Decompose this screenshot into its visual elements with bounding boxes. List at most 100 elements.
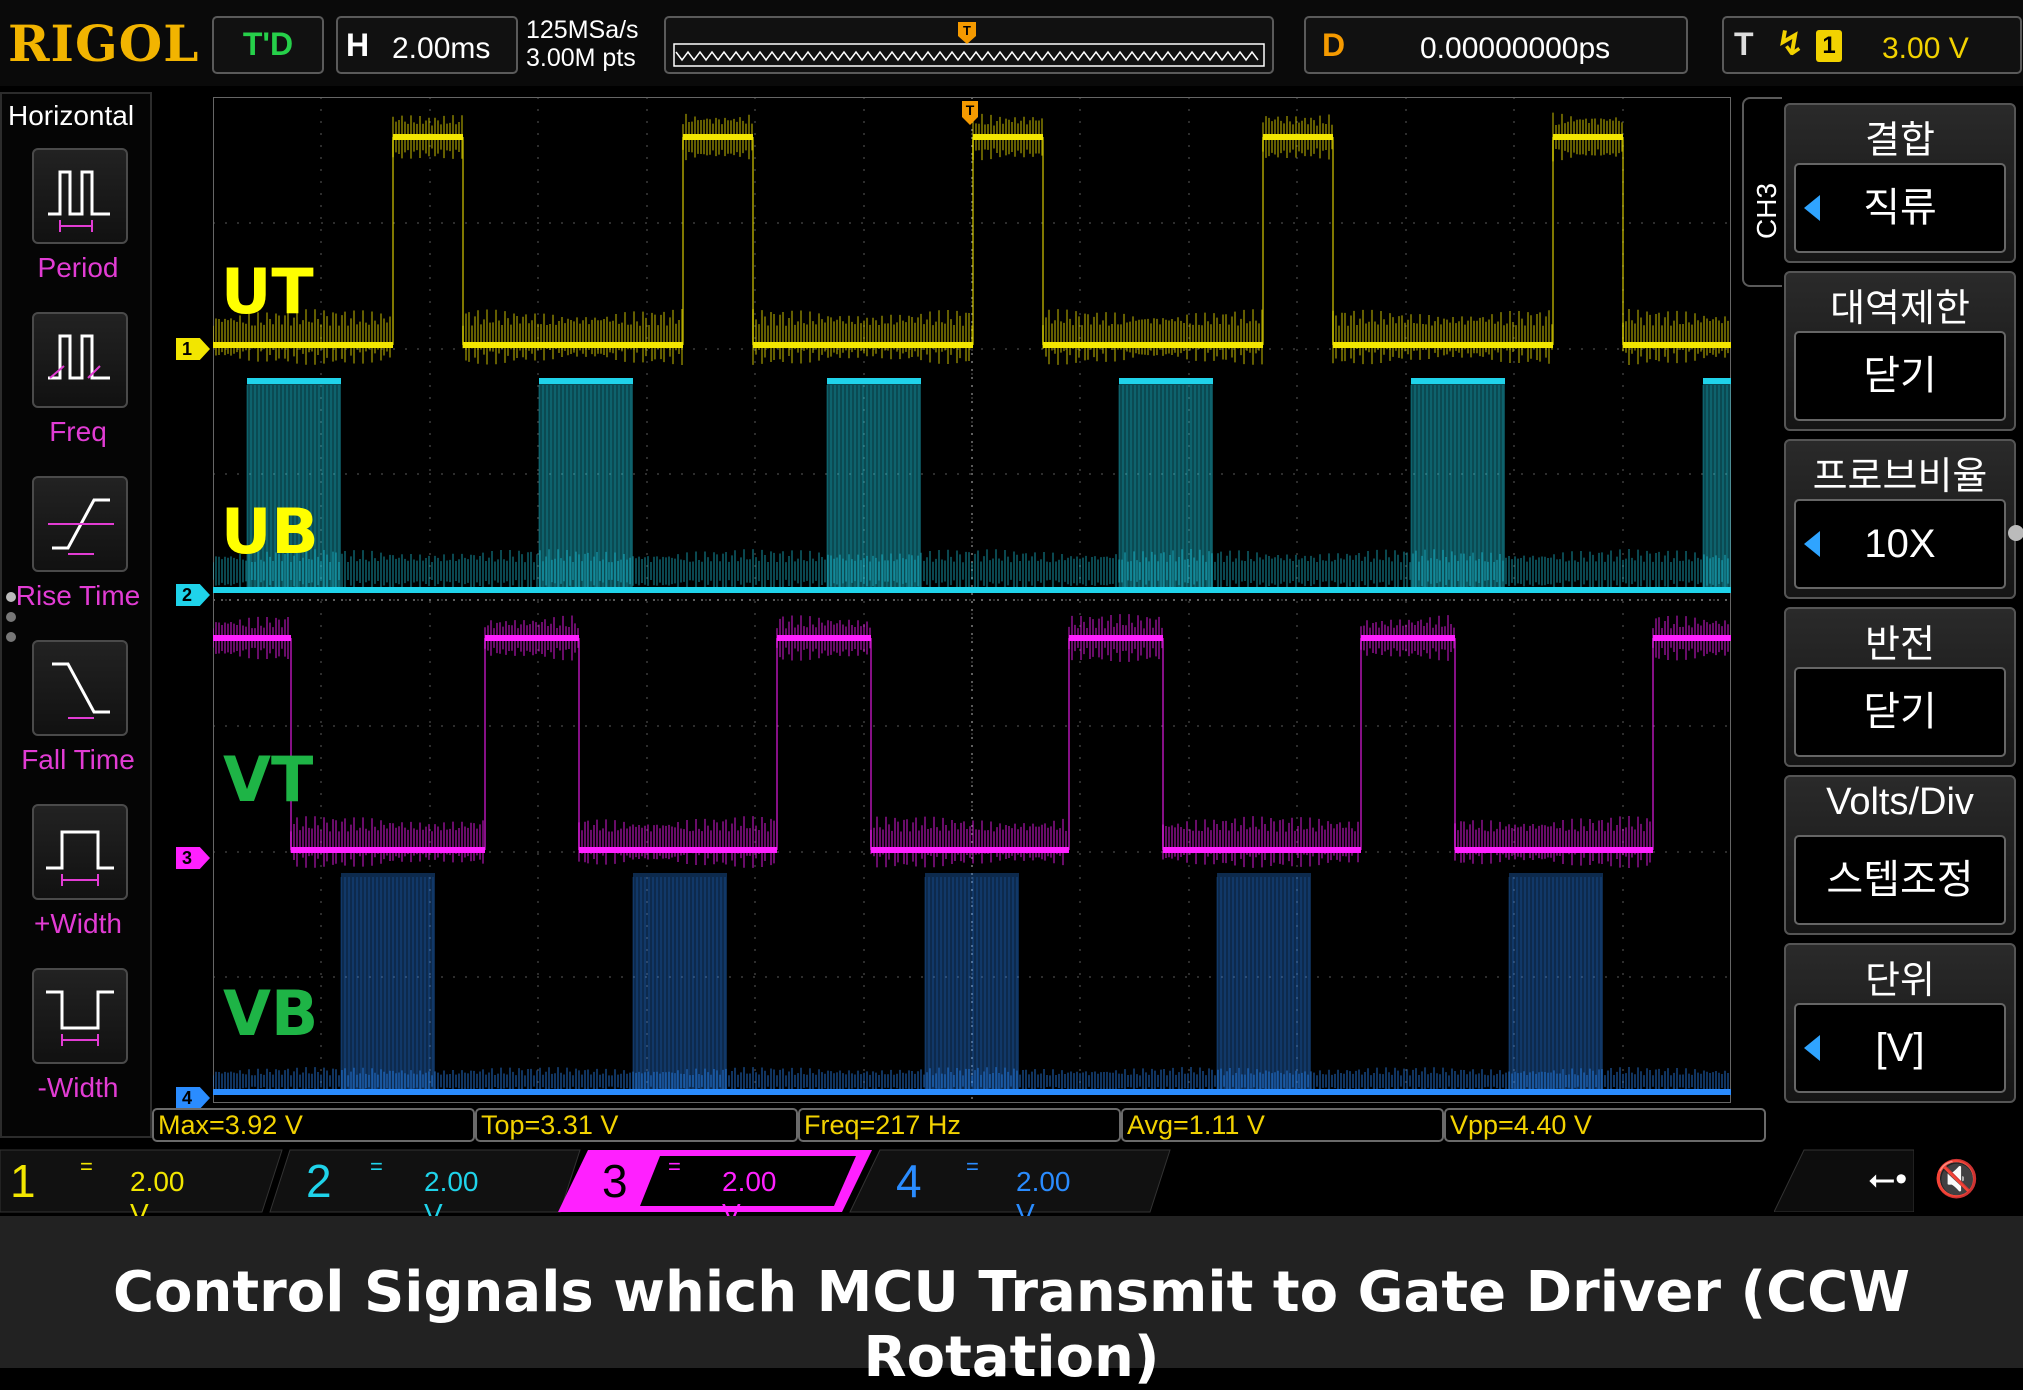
- ch4-pwm-burst: [924, 873, 1019, 1092]
- measure-negative-width-button[interactable]: -Width: [2, 968, 154, 1128]
- ch4-ground-marker[interactable]: 4: [176, 1087, 210, 1109]
- negative-width-label: -Width: [37, 1072, 119, 1103]
- ch2-pwm-burst: [538, 381, 633, 591]
- run-status-button[interactable]: T'D: [212, 16, 324, 74]
- negative-width-icon: [32, 968, 128, 1064]
- timebase-value: 2.00ms: [392, 32, 491, 65]
- trace-label-vb: VB: [223, 977, 318, 1050]
- run-status-label: T'D: [242, 26, 294, 62]
- ch2-pwm-burst: [1702, 381, 1731, 591]
- ch2-pwm-burst: [1410, 381, 1505, 591]
- figure-caption: Control Signals which MCU Transmit to Ga…: [0, 1216, 2023, 1390]
- ch2-pwm-burst: [1118, 381, 1213, 591]
- volts-div-title: Volts/Div: [1826, 781, 1974, 823]
- invert-title: 반전: [1865, 624, 1935, 666]
- channel-status-bar: 1 = 2.00 V 2 = 2.00 V 3 = 2.00 V 4 = 2.0…: [0, 1146, 2023, 1229]
- measure-fall-time-button[interactable]: Fall Time: [2, 640, 154, 800]
- channel-settings-menu: CH3 결합 직류 대역제한 닫기 프로브비율 10X 반전 닫기 Volts/…: [1742, 97, 2023, 1105]
- ch3-ground-marker[interactable]: 3: [176, 847, 210, 869]
- dc-coupling-icon: =: [80, 1154, 93, 1179]
- trigger-source-badge: 1: [1816, 30, 1842, 62]
- bandwidth-limit-menu-item[interactable]: 대역제한 닫기: [1784, 271, 2016, 431]
- ch4-pwm-burst: [1508, 873, 1603, 1092]
- measurement-max[interactable]: Max=3.92 V: [152, 1108, 475, 1142]
- horizontal-measure-menu: Horizontal Period Freq Rise Time Fall Ti…: [0, 92, 152, 1138]
- ch2-pwm-burst: [826, 381, 921, 591]
- measurement-top[interactable]: Top=3.31 V: [475, 1108, 798, 1142]
- dc-coupling-icon: =: [966, 1154, 979, 1179]
- measurement-avg[interactable]: Avg=1.11 V: [1121, 1108, 1444, 1142]
- coupling-menu-item[interactable]: 결합 직류: [1784, 103, 2016, 263]
- period-label: Period: [37, 252, 119, 283]
- trace-label-ut: UT: [221, 255, 314, 328]
- horizontal-label: H: [346, 27, 370, 63]
- rise-time-icon: [32, 476, 128, 572]
- bandwidth-limit-value: 닫기: [1794, 331, 2006, 421]
- dc-coupling-icon: =: [668, 1154, 681, 1179]
- unit-menu-item[interactable]: 단위 [V]: [1784, 943, 2016, 1103]
- memory-depth: 3.00M pts: [526, 44, 636, 72]
- probe-ratio-menu-item[interactable]: 프로브비율 10X: [1784, 439, 2016, 599]
- volts-div-value: 스텝조정: [1794, 835, 2006, 925]
- freq-label: Freq: [49, 416, 107, 447]
- channel-tab[interactable]: CH3: [1742, 97, 1782, 287]
- usb-icon: ⭠•: [1868, 1160, 1908, 1198]
- memory-position-bar[interactable]: T: [664, 16, 1274, 74]
- caption-text: Control Signals which MCU Transmit to Ga…: [112, 1260, 1911, 1390]
- trigger-display[interactable]: T ↯ 1 3.00 V: [1722, 16, 2022, 74]
- measurement-vpp[interactable]: Vpp=4.40 V: [1444, 1108, 1766, 1142]
- unit-value: [V]: [1794, 1003, 2006, 1093]
- fall-time-icon: [32, 640, 128, 736]
- coupling-title: 결합: [1865, 120, 1935, 162]
- invert-menu-item[interactable]: 반전 닫기: [1784, 607, 2016, 767]
- trigger-level: 3.00 V: [1882, 32, 1969, 65]
- measure-period-button[interactable]: Period: [2, 148, 154, 308]
- svg-text:T: T: [966, 102, 975, 118]
- measure-positive-width-button[interactable]: +Width: [2, 804, 154, 964]
- ch4-pwm-burst: [1216, 873, 1311, 1092]
- speaker-mute-icon[interactable]: 🔇: [1934, 1158, 1979, 1200]
- fall-time-label: Fall Time: [21, 744, 135, 775]
- waveform-overview: T: [673, 22, 1265, 67]
- delay-display[interactable]: D 0.00000000ps: [1304, 16, 1688, 74]
- acquisition-info: 125MSa/s 3.00M pts: [526, 16, 639, 72]
- menu-page-indicator: [6, 592, 16, 652]
- rising-edge-icon: ↯: [1776, 25, 1805, 63]
- measure-rise-time-button[interactable]: Rise Time: [2, 476, 154, 636]
- volts-div-menu-item[interactable]: Volts/Div 스텝조정: [1784, 775, 2016, 935]
- delay-label: D: [1322, 27, 1346, 63]
- freq-icon: [32, 312, 128, 408]
- channel-tab-label: CH3: [1751, 182, 1782, 239]
- trace-label-vt: VT: [223, 743, 313, 816]
- svg-text:T: T: [963, 23, 971, 38]
- measurement-results-bar: Max=3.92 V Top=3.31 V Freq=217 Hz Avg=1.…: [152, 1108, 1768, 1144]
- sample-rate: 125MSa/s: [526, 16, 639, 44]
- dc-coupling-icon: =: [370, 1154, 383, 1179]
- ch4-pwm-burst: [340, 873, 435, 1092]
- probe-ratio-title: 프로브비율: [1812, 456, 1988, 498]
- positive-width-label: +Width: [34, 908, 122, 939]
- ch1-ground-marker[interactable]: 1: [176, 338, 210, 360]
- positive-width-icon: [32, 804, 128, 900]
- menu-page-indicator: [2008, 525, 2023, 541]
- bandwidth-limit-title: 대역제한: [1830, 288, 1970, 330]
- rise-time-label: Rise Time: [15, 580, 141, 611]
- trigger-position-marker: T: [958, 22, 976, 44]
- ch4-pwm-burst: [632, 873, 727, 1092]
- rigol-logo: RIGOL: [8, 14, 200, 73]
- trace-label-ub: UB: [221, 495, 319, 568]
- probe-ratio-value: 10X: [1794, 499, 2006, 589]
- left-arrow-icon: [1804, 195, 1820, 221]
- measurement-freq[interactable]: Freq=217 Hz: [798, 1108, 1121, 1142]
- delay-value: 0.00000000ps: [1420, 32, 1611, 65]
- waveform-display[interactable]: T UT UB VT VB: [213, 97, 1731, 1103]
- ch2-ground-marker[interactable]: 2: [176, 584, 210, 606]
- menu-title: Horizontal: [8, 100, 135, 131]
- top-status-bar: RIGOL T'D H 2.00ms 125MSa/s 3.00M pts T …: [0, 0, 2023, 86]
- left-arrow-icon: [1804, 1035, 1820, 1061]
- measure-freq-button[interactable]: Freq: [2, 312, 154, 472]
- left-arrow-icon: [1804, 531, 1820, 557]
- timebase-display[interactable]: H 2.00ms: [336, 16, 518, 74]
- trigger-label: T: [1734, 26, 1754, 62]
- unit-title: 단위: [1865, 960, 1935, 1002]
